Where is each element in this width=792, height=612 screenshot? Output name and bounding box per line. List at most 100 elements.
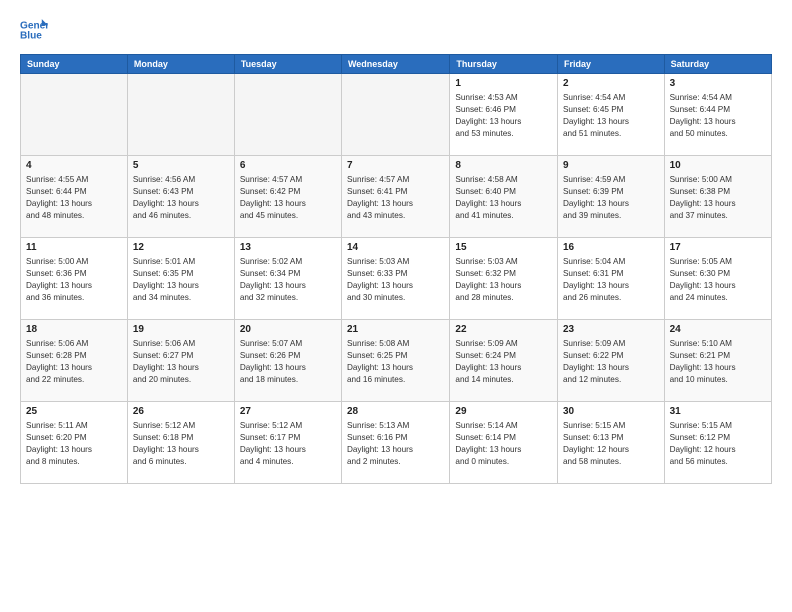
calendar-cell: 26Sunrise: 5:12 AMSunset: 6:18 PMDayligh…	[127, 402, 234, 484]
day-number: 31	[670, 406, 766, 417]
calendar-cell: 13 Sunrise: 5:02 AMSunset: 6:34 PMDayligh…	[234, 238, 341, 320]
calendar-cell: 15 Sunrise: 5:03 AMSunset: 6:32 PMDayligh…	[450, 238, 558, 320]
day-number: 22	[455, 324, 552, 335]
day-number: 25	[26, 406, 122, 417]
calendar-cell: 30 Sunrise: 5:15 AMSunset: 6:13 PMDayligh…	[557, 402, 664, 484]
calendar-cell: 28 Sunrise: 5:13 AMSunset: 6:16 PMDayligh…	[341, 402, 449, 484]
day-info: Sunrise: 5:00 AMSunset: 6:36 PMDaylight:…	[26, 256, 122, 304]
day-number: 20	[240, 324, 336, 335]
calendar: SundayMondayTuesdayWednesdayThursdayFrid…	[20, 54, 772, 484]
day-number: 3	[670, 78, 766, 89]
calendar-cell: 14Sunrise: 5:03 AMSunset: 6:33 PMDayligh…	[341, 238, 449, 320]
calendar-cell: 3 Sunrise: 4:54 AMSunset: 6:44 PMDaylight…	[664, 74, 771, 156]
day-number: 1	[455, 78, 552, 89]
day-info: Sunrise: 5:13 AMSunset: 6:16 PMDaylight:…	[347, 420, 444, 468]
day-info: Sunrise: 5:09 AMSunset: 6:24 PMDaylight:…	[455, 338, 552, 386]
calendar-cell: 31 Sunrise: 5:15 AMSunset: 6:12 PMDayligh…	[664, 402, 771, 484]
day-info: Sunrise: 4:54 AMSunset: 6:44 PMDaylight:…	[670, 92, 766, 140]
weekday-header: Saturday	[664, 55, 771, 74]
day-info: Sunrise: 5:01 AMSunset: 6:35 PMDaylight:…	[133, 256, 229, 304]
day-number: 16	[563, 242, 659, 253]
calendar-cell: 19 Sunrise: 5:06 AMSunset: 6:27 PMDayligh…	[127, 320, 234, 402]
weekday-header: Wednesday	[341, 55, 449, 74]
day-info: Sunrise: 5:14 AMSunset: 6:14 PMDaylight:…	[455, 420, 552, 468]
day-info: Sunrise: 4:53 AMSunset: 6:46 PMDaylight:…	[455, 92, 552, 140]
day-info: Sunrise: 5:03 AMSunset: 6:33 PMDaylight:…	[347, 256, 444, 304]
day-info: Sunrise: 5:15 AMSunset: 6:12 PMDaylight:…	[670, 420, 766, 468]
day-number: 18	[26, 324, 122, 335]
calendar-cell: 2 Sunrise: 4:54 AMSunset: 6:45 PMDaylight…	[557, 74, 664, 156]
weekday-header: Monday	[127, 55, 234, 74]
logo-icon: General Blue	[20, 16, 48, 44]
day-info: Sunrise: 5:10 AMSunset: 6:21 PMDaylight:…	[670, 338, 766, 386]
calendar-cell: 27Sunrise: 5:12 AMSunset: 6:17 PMDayligh…	[234, 402, 341, 484]
calendar-cell: 24 Sunrise: 5:10 AMSunset: 6:21 PMDayligh…	[664, 320, 771, 402]
day-info: Sunrise: 5:00 AMSunset: 6:38 PMDaylight:…	[670, 174, 766, 222]
day-info: Sunrise: 4:55 AMSunset: 6:44 PMDaylight:…	[26, 174, 122, 222]
weekday-header: Sunday	[21, 55, 128, 74]
day-number: 10	[670, 160, 766, 171]
day-number: 28	[347, 406, 444, 417]
calendar-cell: 25Sunrise: 5:11 AMSunset: 6:20 PMDayligh…	[21, 402, 128, 484]
calendar-cell: 29 Sunrise: 5:14 AMSunset: 6:14 PMDayligh…	[450, 402, 558, 484]
day-number: 23	[563, 324, 659, 335]
calendar-cell: 10 Sunrise: 5:00 AMSunset: 6:38 PMDayligh…	[664, 156, 771, 238]
calendar-cell	[234, 74, 341, 156]
day-info: Sunrise: 4:57 AMSunset: 6:42 PMDaylight:…	[240, 174, 336, 222]
day-number: 15	[455, 242, 552, 253]
day-number: 24	[670, 324, 766, 335]
day-number: 30	[563, 406, 659, 417]
calendar-cell: 11 Sunrise: 5:00 AMSunset: 6:36 PMDayligh…	[21, 238, 128, 320]
day-info: Sunrise: 5:03 AMSunset: 6:32 PMDaylight:…	[455, 256, 552, 304]
logo: General Blue	[20, 16, 48, 44]
day-number: 11	[26, 242, 122, 253]
svg-text:Blue: Blue	[20, 31, 42, 42]
day-number: 26	[133, 406, 229, 417]
calendar-cell: 5 Sunrise: 4:56 AMSunset: 6:43 PMDaylight…	[127, 156, 234, 238]
day-number: 17	[670, 242, 766, 253]
day-info: Sunrise: 4:56 AMSunset: 6:43 PMDaylight:…	[133, 174, 229, 222]
calendar-cell	[21, 74, 128, 156]
calendar-cell: 12 Sunrise: 5:01 AMSunset: 6:35 PMDayligh…	[127, 238, 234, 320]
day-info: Sunrise: 5:08 AMSunset: 6:25 PMDaylight:…	[347, 338, 444, 386]
day-number: 5	[133, 160, 229, 171]
day-info: Sunrise: 4:57 AMSunset: 6:41 PMDaylight:…	[347, 174, 444, 222]
header: General Blue	[20, 16, 772, 44]
day-info: Sunrise: 5:02 AMSunset: 6:34 PMDaylight:…	[240, 256, 336, 304]
day-number: 9	[563, 160, 659, 171]
day-number: 8	[455, 160, 552, 171]
day-info: Sunrise: 4:54 AMSunset: 6:45 PMDaylight:…	[563, 92, 659, 140]
day-info: Sunrise: 5:12 AMSunset: 6:17 PMDaylight:…	[240, 420, 336, 468]
calendar-cell: 18 Sunrise: 5:06 AMSunset: 6:28 PMDayligh…	[21, 320, 128, 402]
weekday-header: Friday	[557, 55, 664, 74]
calendar-cell: 22 Sunrise: 5:09 AMSunset: 6:24 PMDayligh…	[450, 320, 558, 402]
day-info: Sunrise: 5:07 AMSunset: 6:26 PMDaylight:…	[240, 338, 336, 386]
weekday-header: Thursday	[450, 55, 558, 74]
calendar-cell	[127, 74, 234, 156]
day-number: 13	[240, 242, 336, 253]
day-info: Sunrise: 5:04 AMSunset: 6:31 PMDaylight:…	[563, 256, 659, 304]
calendar-cell: 9 Sunrise: 4:59 AMSunset: 6:39 PMDaylight…	[557, 156, 664, 238]
day-number: 2	[563, 78, 659, 89]
day-number: 4	[26, 160, 122, 171]
calendar-cell: 4 Sunrise: 4:55 AMSunset: 6:44 PMDaylight…	[21, 156, 128, 238]
day-info: Sunrise: 5:15 AMSunset: 6:13 PMDaylight:…	[563, 420, 659, 468]
calendar-cell: 16 Sunrise: 5:04 AMSunset: 6:31 PMDayligh…	[557, 238, 664, 320]
page: General Blue SundayMondayTuesdayWednesda…	[0, 0, 792, 612]
day-info: Sunrise: 5:09 AMSunset: 6:22 PMDaylight:…	[563, 338, 659, 386]
day-number: 29	[455, 406, 552, 417]
day-info: Sunrise: 4:58 AMSunset: 6:40 PMDaylight:…	[455, 174, 552, 222]
day-info: Sunrise: 5:06 AMSunset: 6:27 PMDaylight:…	[133, 338, 229, 386]
calendar-cell: 17 Sunrise: 5:05 AMSunset: 6:30 PMDayligh…	[664, 238, 771, 320]
day-info: Sunrise: 5:06 AMSunset: 6:28 PMDaylight:…	[26, 338, 122, 386]
calendar-cell: 1 Sunrise: 4:53 AMSunset: 6:46 PMDaylight…	[450, 74, 558, 156]
day-number: 6	[240, 160, 336, 171]
day-info: Sunrise: 4:59 AMSunset: 6:39 PMDaylight:…	[563, 174, 659, 222]
calendar-cell: 20 Sunrise: 5:07 AMSunset: 6:26 PMDayligh…	[234, 320, 341, 402]
day-info: Sunrise: 5:05 AMSunset: 6:30 PMDaylight:…	[670, 256, 766, 304]
calendar-cell: 23 Sunrise: 5:09 AMSunset: 6:22 PMDayligh…	[557, 320, 664, 402]
day-number: 7	[347, 160, 444, 171]
day-number: 19	[133, 324, 229, 335]
day-number: 12	[133, 242, 229, 253]
calendar-cell	[341, 74, 449, 156]
